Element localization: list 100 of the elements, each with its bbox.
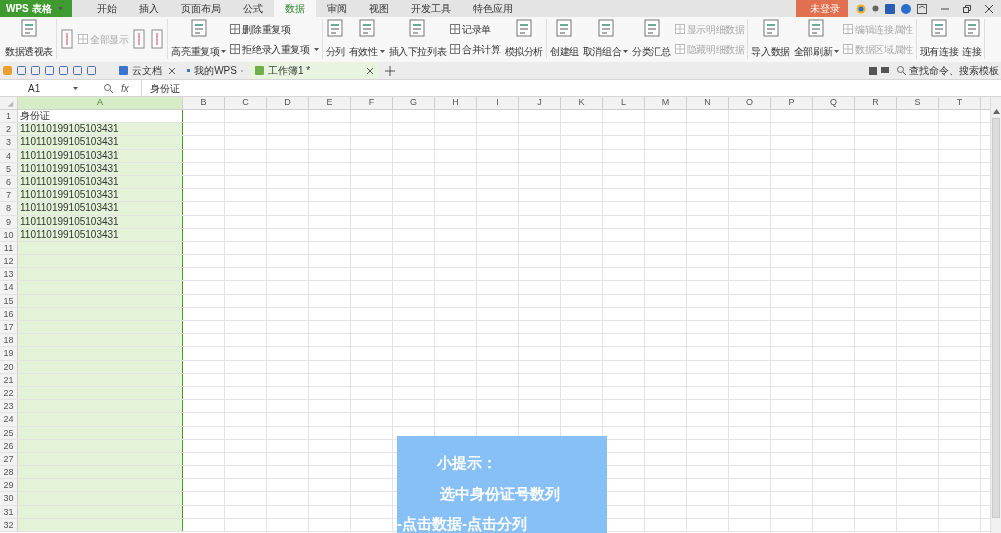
column-header[interactable]: O — [729, 97, 771, 109]
function-button[interactable]: fx — [121, 80, 129, 96]
table-cell: 110110199105103431 — [18, 123, 183, 136]
ribbon-button[interactable]: 连接 — [962, 19, 982, 59]
column-header[interactable]: N — [687, 97, 729, 109]
grid-icon — [450, 44, 461, 54]
caret-icon — [379, 50, 385, 53]
column-header[interactable]: J — [519, 97, 561, 109]
ribbon-button[interactable]: 分列 — [325, 19, 345, 59]
column-header[interactable]: M — [645, 97, 687, 109]
app-menu-button[interactable]: WPS 表格 — [0, 0, 72, 17]
row-header[interactable]: 18 — [0, 334, 18, 347]
close-icon[interactable] — [985, 4, 993, 13]
document-tab[interactable]: 工作簿1 * — [249, 62, 379, 79]
caret-icon — [623, 50, 629, 53]
row-header[interactable]: 2 — [0, 123, 18, 136]
column-header[interactable]: R — [855, 97, 897, 109]
row-header[interactable]: 14 — [0, 281, 18, 294]
ribbon-button[interactable]: 插入下拉列表 — [388, 19, 447, 59]
zoom-icon[interactable] — [104, 83, 113, 93]
row-header[interactable]: 7 — [0, 189, 18, 202]
menu-tab[interactable]: 开始 — [86, 0, 128, 17]
table-cell: 110110199105103431 — [18, 202, 183, 215]
column-header[interactable]: G — [393, 97, 435, 109]
scroll-up-icon[interactable] — [992, 109, 1000, 114]
close-icon[interactable] — [367, 67, 373, 74]
hint-title: 小提示： — [437, 453, 498, 473]
ribbon-button[interactable]: 取消组合 — [582, 19, 629, 59]
row-header[interactable]: 23 — [0, 400, 18, 413]
menu-tab[interactable]: 数据 — [274, 0, 316, 17]
close-icon[interactable] — [169, 67, 175, 74]
ribbon-button[interactable]: 导入数据 — [751, 19, 790, 59]
row-header[interactable]: 13 — [0, 268, 18, 281]
hint-text: -点击数据-点击分列 — [397, 514, 528, 533]
row-header[interactable]: 28 — [0, 466, 18, 479]
column-header[interactable]: T — [939, 97, 981, 109]
caret-icon — [57, 7, 63, 10]
menu-tab[interactable]: 开发工具 — [400, 0, 462, 17]
column-header[interactable]: K — [561, 97, 603, 109]
column-header[interactable]: I — [477, 97, 519, 109]
menu-tab[interactable]: 公式 — [232, 0, 274, 17]
ribbon-button[interactable]: 现有连接 — [919, 19, 959, 59]
ribbon-button[interactable]: 合并计算 — [450, 41, 501, 57]
column-header[interactable]: H — [435, 97, 477, 109]
search-icon — [897, 66, 906, 75]
row-header[interactable]: 3 — [0, 136, 18, 149]
document-tab[interactable]: 我的WPS — [181, 62, 249, 79]
name-box[interactable]: A1 — [0, 80, 80, 96]
caret-icon — [313, 47, 319, 51]
menu-tab[interactable]: 审阅 — [316, 0, 358, 17]
ribbon-button[interactable]: 创建组 — [550, 19, 579, 59]
ribbon-button[interactable]: 记录单 — [450, 21, 501, 37]
column-header[interactable]: A — [18, 97, 183, 109]
caret-icon — [73, 86, 78, 90]
row-header[interactable]: 17 — [0, 321, 18, 334]
vertical-scrollbar[interactable] — [990, 97, 1001, 533]
restore-icon[interactable] — [963, 4, 971, 13]
ribbon-button[interactable]: 高亮重复项 — [171, 19, 227, 59]
ribbon-button[interactable]: 全部刷新 — [793, 19, 840, 59]
column-header[interactable]: S — [897, 97, 939, 109]
column-header[interactable]: D — [267, 97, 309, 109]
formula-field[interactable]: 身份证 — [140, 80, 1001, 96]
table-cell: 110110199105103431 — [18, 189, 183, 202]
ribbon-button[interactable]: 模拟分析 — [504, 19, 544, 59]
search-field[interactable]: 查找命令、搜索模板 — [897, 63, 999, 78]
menu-tab[interactable]: 页面布局 — [170, 0, 232, 17]
grid-icon — [230, 44, 241, 54]
column-header[interactable]: L — [603, 97, 645, 109]
ribbon-button[interactable]: 分类汇总 — [632, 19, 671, 59]
row-header[interactable]: 30 — [0, 492, 18, 505]
column-header[interactable]: Q — [813, 97, 855, 109]
column-header[interactable]: E — [309, 97, 351, 109]
ribbon-button[interactable]: 数据透视表 — [5, 19, 53, 59]
grid-icon — [674, 24, 685, 34]
menu-tab[interactable]: 视图 — [358, 0, 400, 17]
ribbon-button[interactable]: 删除重复项 — [230, 21, 319, 37]
row-header[interactable]: 8 — [0, 202, 18, 215]
grid-icon — [843, 24, 854, 34]
collapse-icon[interactable] — [917, 3, 927, 14]
row-header[interactable]: 24 — [0, 413, 18, 426]
column-header[interactable]: F — [351, 97, 393, 109]
grid-icon — [674, 44, 685, 54]
hint-text: 选中身份证号数列 — [440, 483, 561, 504]
column-header[interactable]: B — [183, 97, 225, 109]
menu-tab[interactable]: 插入 — [128, 0, 170, 17]
grid-icon — [843, 44, 854, 54]
row-header[interactable]: 1 — [0, 110, 18, 123]
menu-tab[interactable]: 特色应用 — [462, 0, 524, 17]
ribbon-button[interactable]: 有效性 — [348, 19, 385, 59]
row-header[interactable]: 29 — [0, 479, 18, 492]
scrollbar-thumb[interactable] — [992, 118, 1000, 518]
row-header[interactable]: 19 — [0, 347, 18, 360]
caret-icon — [221, 50, 227, 53]
document-tab[interactable]: 云文档 — [113, 62, 181, 79]
add-tab-icon[interactable] — [385, 65, 395, 76]
row-header[interactable]: 12 — [0, 255, 18, 268]
ribbon-button[interactable]: 拒绝录入重复项 — [230, 41, 319, 57]
column-header[interactable]: C — [225, 97, 267, 109]
caret-icon — [834, 50, 840, 53]
column-header[interactable]: P — [771, 97, 813, 109]
